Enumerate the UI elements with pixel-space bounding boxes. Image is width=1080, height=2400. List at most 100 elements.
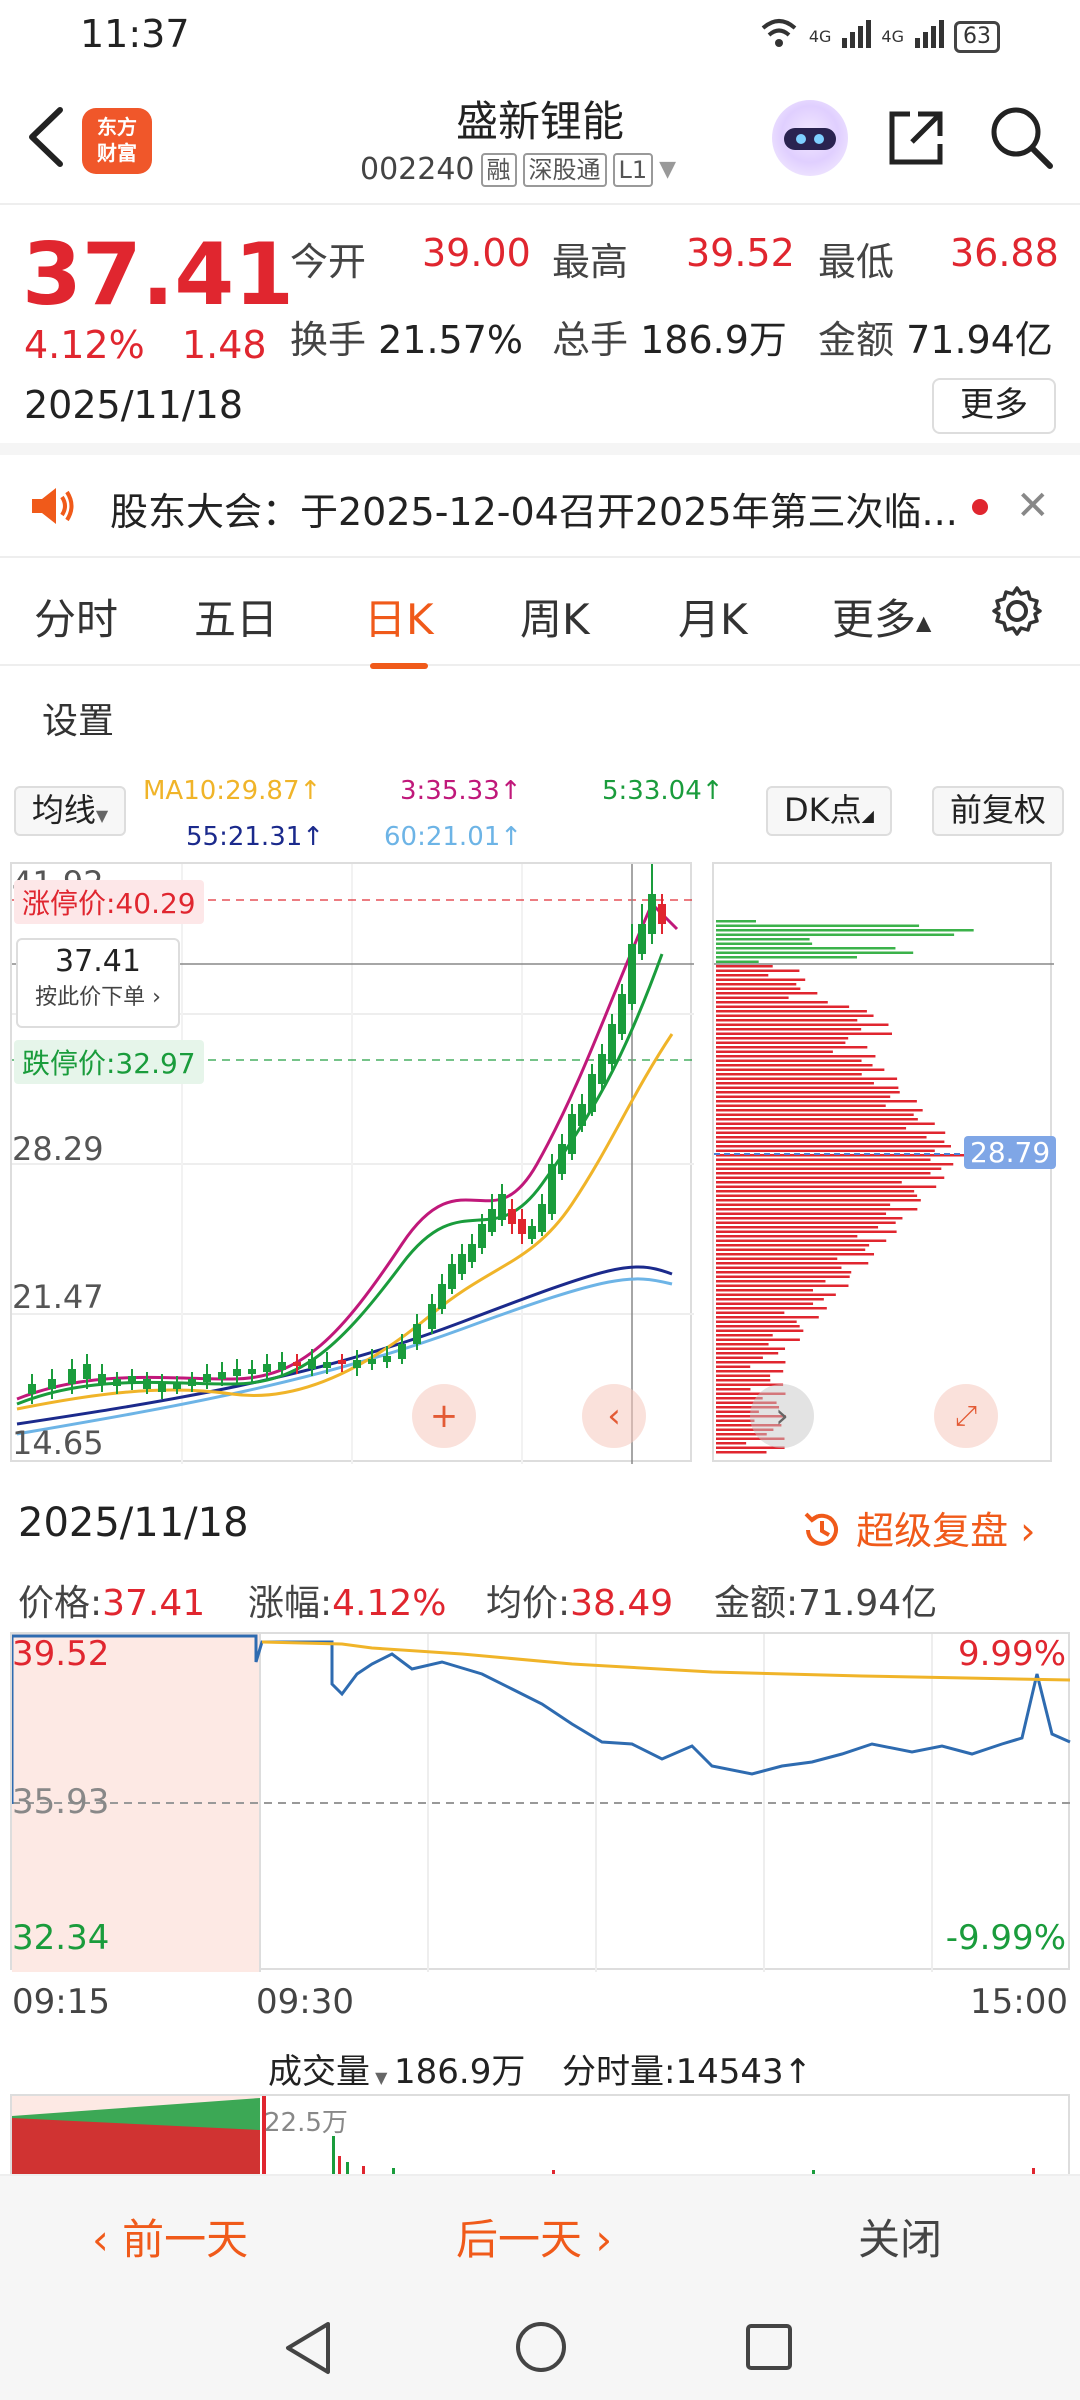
chip-bar	[716, 1104, 886, 1107]
tab-intraday[interactable]: 分时	[34, 586, 118, 647]
candle-body	[558, 1144, 566, 1174]
order-hint: 按此价下单 ›	[35, 985, 161, 1010]
chip-bar	[716, 1253, 875, 1256]
close-icon[interactable]: ✕	[1016, 483, 1050, 529]
ma-select[interactable]: 均线▼	[14, 786, 126, 836]
system-nav-bar	[0, 2290, 1080, 2400]
chip-bar	[716, 1176, 945, 1179]
chip-bar	[716, 1203, 891, 1206]
candle-body	[308, 1359, 316, 1369]
y-axis-mid: 28.29	[12, 1130, 104, 1168]
candle-body	[448, 1264, 456, 1289]
candle-body	[233, 1369, 241, 1376]
nav-home-icon[interactable]	[514, 2320, 568, 2378]
add-indicator-button[interactable]: +	[412, 1384, 476, 1448]
day-nav-bar: ‹ 前一天 后一天 › 关闭	[0, 2174, 1080, 2290]
ma60-value: 60:21.01↑	[384, 822, 523, 852]
tab-more[interactable]: 更多▲	[832, 586, 931, 647]
kline-chart[interactable]: 41.92 涨停价:40.29 37.41 按此价下单 › 跌停价:32.97 …	[10, 862, 694, 1464]
battery-icon: 63	[954, 20, 1000, 53]
candle-body	[608, 1024, 616, 1064]
chip-bar	[716, 1118, 918, 1121]
order-at-price-box[interactable]: 37.41 按此价下单 ›	[16, 938, 180, 1028]
chip-bar	[716, 1140, 945, 1143]
nav-back-icon[interactable]	[282, 2320, 334, 2380]
chip-bar	[716, 1145, 951, 1148]
volume-svg	[12, 2096, 1035, 2174]
chip-bar	[716, 1226, 879, 1229]
speaker-icon	[30, 485, 76, 527]
chip-bar	[716, 1050, 833, 1053]
stock-code-row[interactable]: 002240 融 深股通 L1 ▼	[360, 152, 676, 187]
tab-monthly-k[interactable]: 月K	[678, 586, 748, 647]
chip-distribution[interactable]: 28.79 › ⤢	[712, 862, 1057, 1462]
ma3-value: 3:35.33↑	[400, 776, 522, 806]
chip-bar	[716, 1221, 896, 1224]
gear-icon[interactable]	[990, 584, 1044, 642]
announcement-bar[interactable]: 股东大会：于2025-12-04召开2025年第三次临... ✕	[0, 455, 1080, 558]
chip-bar	[716, 1095, 891, 1098]
more-stats-button[interactable]: 更多	[932, 378, 1056, 434]
prev-day-button[interactable]: ‹ 前一天	[92, 2206, 248, 2267]
chip-bar	[716, 1064, 873, 1067]
candle-body	[648, 894, 656, 934]
candle-body	[618, 994, 626, 1034]
chip-bar	[716, 1190, 915, 1193]
volume-peak: 22.5万	[264, 2108, 348, 2138]
chip-next-button[interactable]: ›	[750, 1384, 814, 1448]
wifi-icon	[759, 18, 799, 55]
super-replay-link[interactable]: 超级复盘 ›	[800, 1500, 1035, 1555]
volume-select[interactable]: 成交量 ▼	[268, 2044, 387, 2093]
announcement-text: 股东大会：于2025-12-04召开2025年第三次临...	[110, 490, 958, 534]
candle-body	[528, 1226, 536, 1239]
tab-weekly-k[interactable]: 周K	[520, 586, 590, 647]
chip-bar	[716, 1365, 751, 1368]
chip-bar	[716, 1037, 849, 1040]
search-icon[interactable]	[988, 104, 1054, 174]
intraday-chart[interactable]: 39.52 35.93 32.34 9.99% -9.99%	[10, 1632, 1072, 1972]
volume-value: 186.9万	[640, 318, 787, 362]
tab-daily-k[interactable]: 日K	[364, 586, 434, 669]
chip-bar	[716, 960, 759, 963]
chip-bar	[716, 1262, 869, 1265]
chip-bar	[716, 1136, 927, 1139]
chip-bar	[716, 1109, 923, 1112]
chip-bar	[716, 1185, 937, 1188]
chip-bar	[716, 1334, 773, 1337]
nav-recents-icon[interactable]	[744, 2322, 794, 2376]
share-icon[interactable]	[884, 106, 948, 174]
candle-body	[188, 1379, 196, 1386]
candle-body	[628, 944, 636, 1004]
high-value: 39.52	[686, 231, 795, 275]
chip-bar	[716, 938, 810, 941]
scroll-left-button[interactable]: ‹	[582, 1384, 646, 1448]
ai-assistant-icon[interactable]	[772, 100, 848, 176]
y-axis-bottom: 14.65	[12, 1424, 104, 1462]
chip-bar	[716, 1005, 850, 1008]
chip-bar	[716, 983, 797, 986]
candle-body	[588, 1074, 596, 1112]
chip-bar	[716, 1217, 903, 1220]
settings-link[interactable]: 设置	[42, 692, 114, 744]
volume-header: 成交量 ▼ 186.9万 分时量:14543↑	[0, 2038, 1080, 2098]
candle-body	[173, 1384, 181, 1389]
quote-date: 2025/11/18	[24, 383, 244, 427]
expand-icon[interactable]: ⤢	[934, 1384, 998, 1448]
next-day-button[interactable]: 后一天 ›	[456, 2206, 612, 2267]
close-button[interactable]: 关闭	[858, 2206, 942, 2267]
dk-point-select[interactable]: DK点◢	[766, 786, 892, 836]
tab-five-day[interactable]: 五日	[194, 586, 278, 647]
time-start: 09:15	[12, 1982, 110, 2022]
candle-body	[658, 904, 666, 924]
adjust-select[interactable]: 前复权	[932, 786, 1064, 836]
signal-bars-icon	[841, 18, 872, 55]
time-open: 09:30	[256, 1982, 354, 2022]
chip-bar	[716, 1275, 850, 1278]
candle-body	[353, 1360, 361, 1368]
dropdown-icon[interactable]: ▼	[659, 157, 676, 182]
open-value: 39.00	[422, 231, 531, 275]
chip-bar	[716, 992, 818, 995]
signal-bars-icon-2	[914, 18, 944, 55]
chip-bar	[716, 1055, 876, 1058]
chip-bar	[716, 969, 800, 972]
